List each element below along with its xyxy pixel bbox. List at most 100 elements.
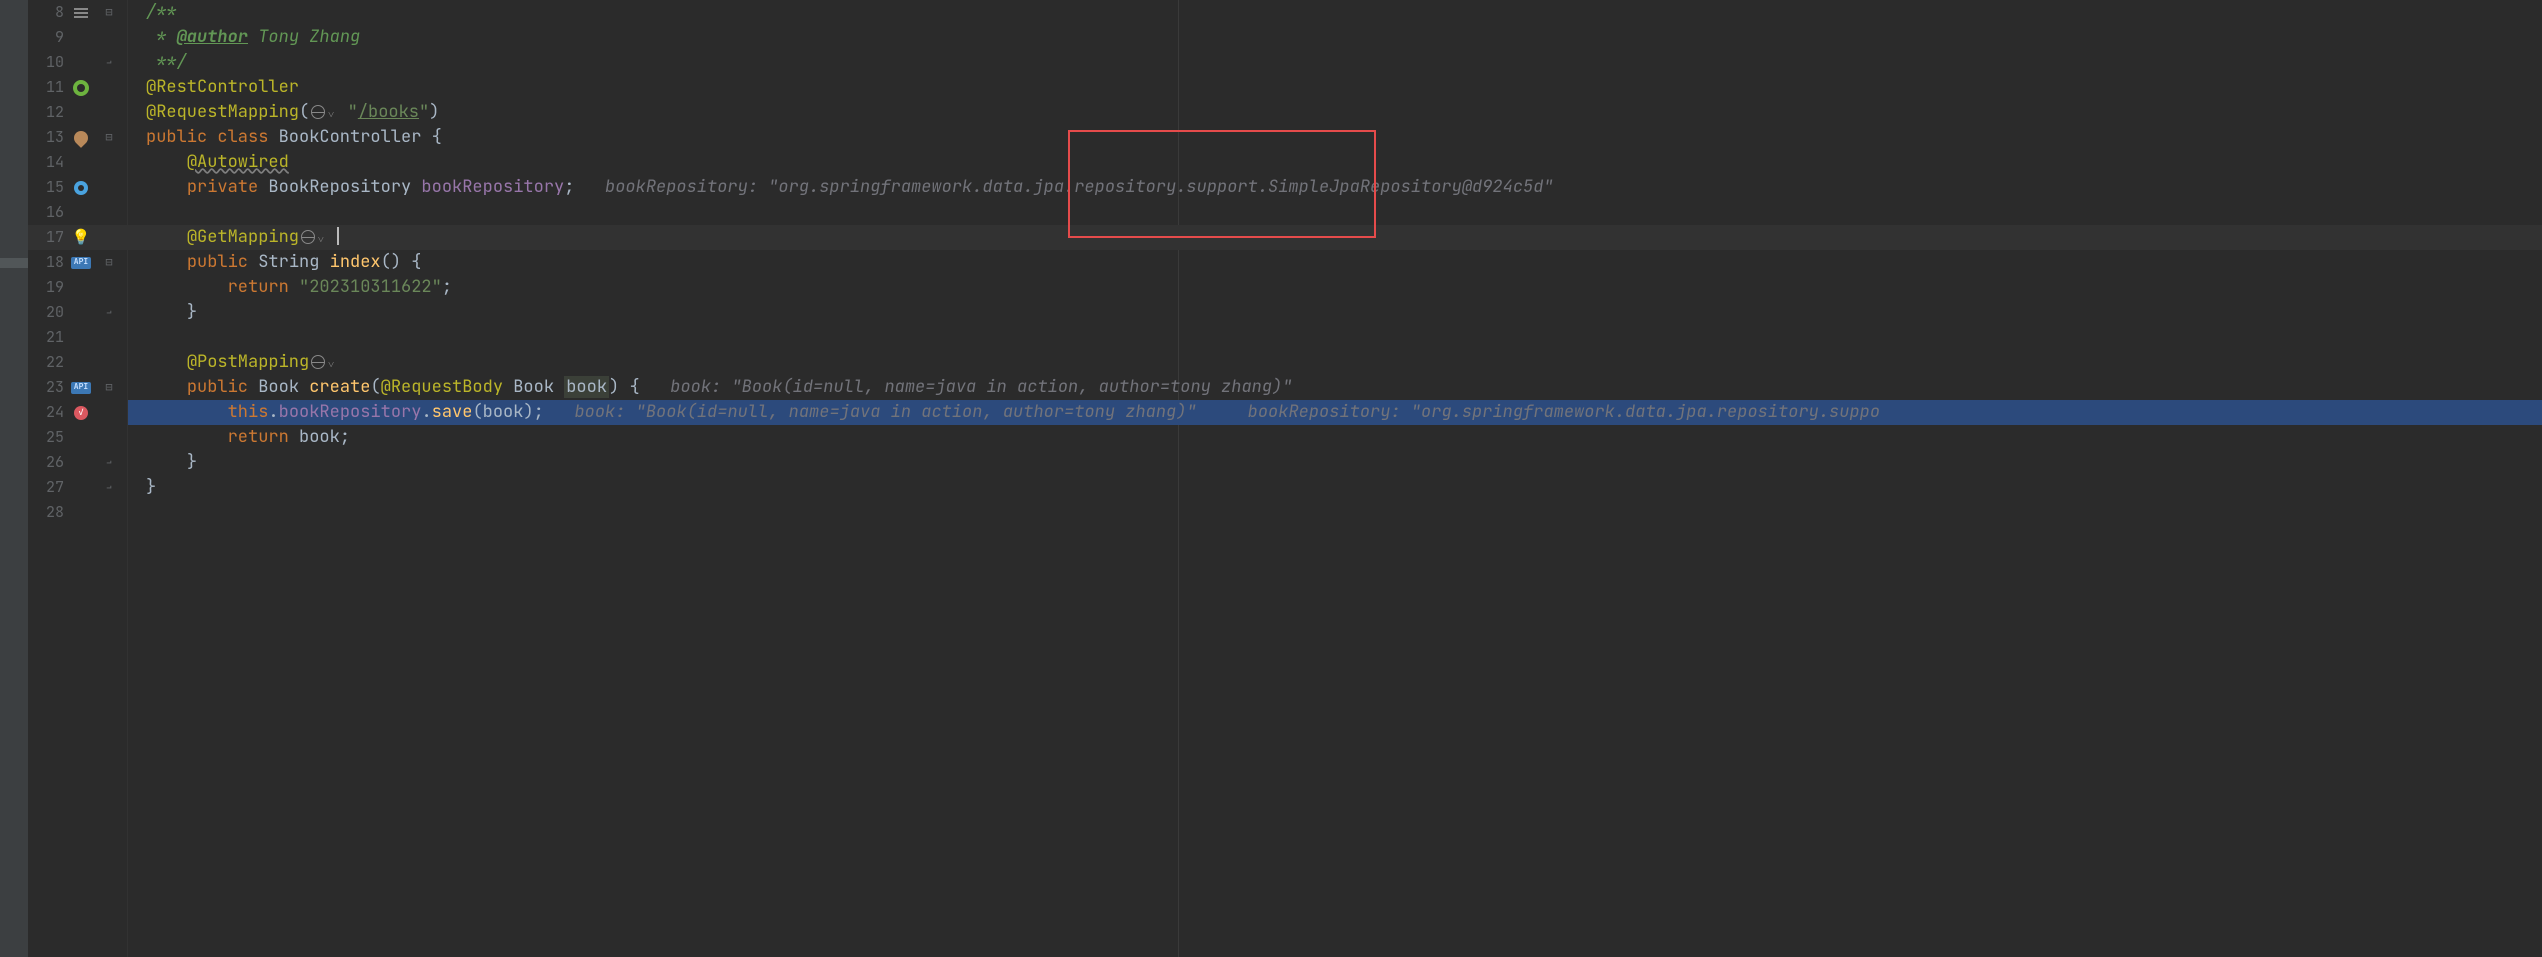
code-line[interactable] (128, 325, 2542, 350)
code-line[interactable]: public String index() { (128, 250, 2542, 275)
code-token: @RestController (146, 76, 299, 98)
code-token: . (268, 401, 278, 423)
bean-icon[interactable] (64, 131, 98, 145)
line-number: 20 (34, 300, 64, 325)
fold-collapse-icon[interactable]: ⊟ (98, 250, 120, 275)
code-line[interactable]: /** (128, 0, 2542, 25)
code-token: ) { (609, 376, 640, 398)
fold-end-icon[interactable]: ⌐ (98, 475, 120, 500)
code-token: { (432, 126, 442, 148)
i18n-globe-icon[interactable] (301, 230, 315, 244)
i18n-globe-icon[interactable] (311, 355, 325, 369)
code-token: public (187, 376, 258, 398)
code-line[interactable]: @RequestMapping( "/books") (128, 100, 2542, 125)
code-line[interactable]: return book; (128, 425, 2542, 450)
gutter-line[interactable]: 14 (28, 150, 128, 175)
line-number: 27 (34, 475, 64, 500)
gutter-line[interactable]: 17💡 (28, 225, 128, 250)
line-number: 13 (34, 125, 64, 150)
line-number: 12 (34, 100, 64, 125)
i18n-globe-icon[interactable] (311, 105, 325, 119)
code-line[interactable]: this.bookRepository.save(book); book: "B… (128, 400, 2542, 425)
line-number: 14 (34, 150, 64, 175)
gutter-line[interactable]: 20 ⌐ (28, 300, 128, 325)
code-line[interactable]: } (128, 300, 2542, 325)
rail-marker[interactable] (0, 258, 28, 268)
line-number: 15 (34, 175, 64, 200)
gutter-line[interactable]: 19 (28, 275, 128, 300)
gutter-line[interactable]: 21 (28, 325, 128, 350)
code-token: create (309, 376, 370, 398)
gutter-line[interactable]: 13 ⊟ (28, 125, 128, 150)
line-number: 28 (34, 500, 64, 525)
spring-icon[interactable] (64, 80, 98, 96)
code-line[interactable]: * @author Tony Zhang (128, 25, 2542, 50)
code-token: bookRepository: "org.springframework.dat… (574, 176, 1553, 198)
gutter-line[interactable]: 11 (28, 75, 128, 100)
reformat-icon[interactable] (64, 8, 98, 18)
gutter-line[interactable]: 27 ⌐ (28, 475, 128, 500)
fold-end-icon[interactable]: ⌐ (98, 50, 120, 75)
gutter-line[interactable]: 15 (28, 175, 128, 200)
code-line[interactable] (128, 500, 2542, 525)
code-token: **/ (146, 51, 187, 73)
code-token: return (228, 276, 299, 298)
code-token: return (228, 426, 299, 448)
code-line[interactable]: } (128, 450, 2542, 475)
code-token: book; (299, 426, 350, 448)
code-token: book (564, 376, 609, 398)
code-token: Book (258, 376, 309, 398)
code-line[interactable]: public Book create(@RequestBody Book boo… (128, 375, 2542, 400)
code-token: . (421, 401, 431, 423)
autowire-icon[interactable] (64, 181, 98, 195)
gutter-line[interactable]: 10 ⌐ (28, 50, 128, 75)
fold-end-icon[interactable]: ⌐ (98, 300, 120, 325)
gutter-line[interactable]: 25 (28, 425, 128, 450)
fold-end-icon[interactable]: ⌐ (98, 450, 120, 475)
gutter-line[interactable]: 26⌐ (28, 450, 128, 475)
gutter[interactable]: 8⊟910⌐111213⊟14151617💡18API⊟1920⌐212223A… (28, 0, 128, 957)
toolwindow-rail[interactable] (0, 0, 28, 957)
gutter-line[interactable]: 18API⊟ (28, 250, 128, 275)
text-cursor (337, 227, 339, 245)
code-token: ( (370, 376, 380, 398)
gutter-line[interactable]: 23API⊟ (28, 375, 128, 400)
fold-collapse-icon[interactable]: ⊟ (98, 0, 120, 25)
line-number: 10 (34, 50, 64, 75)
gutter-line[interactable]: 28 (28, 500, 128, 525)
code-token: ; (564, 176, 574, 198)
gutter-line[interactable]: 12 (28, 100, 128, 125)
gutter-line[interactable]: 9 (28, 25, 128, 50)
api-endpoint-icon[interactable]: API (64, 257, 98, 269)
annotation-red-box (1068, 130, 1376, 238)
code-line[interactable]: **/ (128, 50, 2542, 75)
code-token: () { (381, 251, 422, 273)
code-line[interactable]: @RestController (128, 75, 2542, 100)
code-token: save (432, 401, 473, 423)
line-number: 25 (34, 425, 64, 450)
gutter-line[interactable]: 8⊟ (28, 0, 128, 25)
code-line[interactable]: } (128, 475, 2542, 500)
gutter-line[interactable]: 22 (28, 350, 128, 375)
fold-collapse-icon[interactable]: ⊟ (98, 125, 120, 150)
code-line[interactable]: @PostMapping (128, 350, 2542, 375)
code-token: (book); (472, 401, 543, 423)
fold-collapse-icon[interactable]: ⊟ (98, 375, 120, 400)
line-number: 16 (34, 200, 64, 225)
breakpoint-icon[interactable] (64, 406, 98, 420)
code-line[interactable]: return "202310311622"; (128, 275, 2542, 300)
code-token: index (330, 251, 381, 273)
editor-area[interactable]: 8⊟910⌐111213⊟14151617💡18API⊟1920⌐212223A… (28, 0, 2542, 957)
editor-root: 8⊟910⌐111213⊟14151617💡18API⊟1920⌐212223A… (0, 0, 2542, 957)
line-number: 11 (34, 75, 64, 100)
code-token: BookController (279, 126, 432, 148)
line-number: 21 (34, 325, 64, 350)
gutter-line[interactable]: 16 (28, 200, 128, 225)
api-endpoint-icon[interactable]: API (64, 382, 98, 394)
code-token: @GetMapping (187, 226, 299, 248)
code-token: this (228, 401, 269, 423)
intention-bulb-icon[interactable]: 💡 (64, 225, 98, 250)
code-token: public class (146, 126, 279, 148)
line-number: 18 (34, 250, 64, 275)
gutter-line[interactable]: 24 (28, 400, 128, 425)
